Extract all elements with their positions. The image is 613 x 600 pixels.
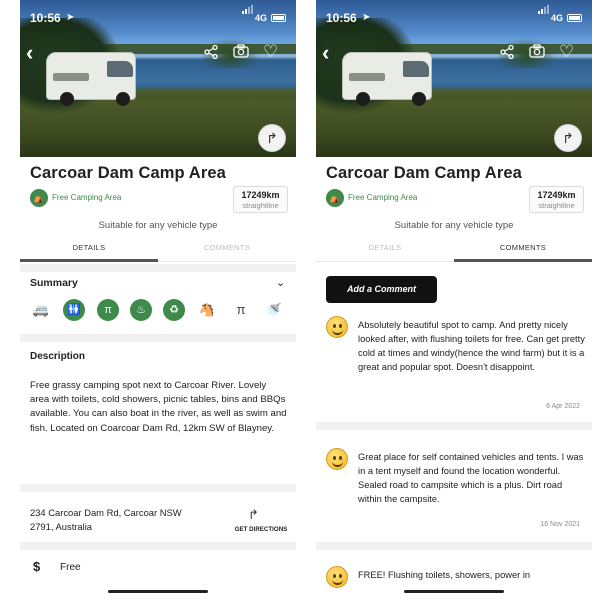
directions-fab-icon[interactable]: ↱ — [554, 124, 582, 152]
divider — [20, 542, 296, 550]
comments-screen: 10:56 ➤ 4G ‹ ♡ ↱ Carcoar Dam Camp Area ⛺… — [316, 0, 592, 600]
picnic-icon: π — [236, 302, 246, 317]
battery-icon — [271, 14, 286, 22]
battery-icon — [567, 14, 582, 22]
location-arrow-icon: ➤ — [66, 12, 75, 23]
comment-date: 6 Apr 2022 — [546, 403, 580, 410]
status-time: 10:56 — [30, 11, 61, 25]
shower-icon: 🚿 — [265, 302, 283, 317]
comment-text: Great place for self contained vehicles … — [358, 452, 584, 504]
location-arrow-icon: ➤ — [362, 12, 371, 23]
share-icon[interactable] — [500, 44, 514, 64]
free-camping-icon: ⛺ — [326, 189, 344, 207]
toilets-icon: 🚻 — [63, 299, 85, 321]
divider — [316, 422, 592, 430]
smiley-face-icon — [326, 448, 348, 470]
smiley-face-icon — [326, 316, 348, 338]
smiley-face-icon — [326, 566, 348, 588]
tab-details[interactable]: DETAILS — [316, 238, 454, 262]
share-icon[interactable] — [204, 44, 218, 64]
description-heading: Description — [30, 351, 86, 362]
pets-icon: 🐴 — [198, 302, 216, 317]
chevron-down-icon[interactable]: ⌄ — [276, 276, 285, 289]
divider — [20, 264, 296, 272]
favourite-heart-icon[interactable]: ♡ — [263, 43, 278, 61]
free-camping-icon: ⛺ — [30, 189, 48, 207]
tab-comments[interactable]: COMMENTS — [158, 238, 296, 262]
dollar-icon: $ — [33, 559, 41, 574]
distance-note: straightline — [538, 201, 575, 210]
description-text: Free grassy camping spot next to Carcoar… — [30, 380, 287, 434]
status-bar: 10:56 ➤ 4G — [316, 5, 592, 30]
back-icon[interactable]: ‹ — [322, 42, 329, 64]
tab-bar: DETAILS COMMENTS — [20, 238, 296, 262]
tab-details[interactable]: DETAILS — [20, 238, 158, 262]
campsite-type: Free Camping Area — [52, 193, 122, 202]
back-icon[interactable]: ‹ — [26, 42, 33, 64]
network-label: 4G — [551, 13, 564, 23]
add-comment-button[interactable]: Add a Comment — [326, 276, 437, 303]
summary-heading: Summary — [30, 277, 78, 289]
tab-comments[interactable]: COMMENTS — [454, 238, 592, 262]
divider — [316, 542, 592, 550]
address-line1: 234 Carcoar Dam Rd, Carcoar NSW — [30, 507, 182, 518]
bbq-icon: ♨ — [130, 299, 152, 321]
directions-fab-icon[interactable]: ↱ — [258, 124, 286, 152]
bin-icon: ♻ — [163, 299, 185, 321]
favourite-heart-icon[interactable]: ♡ — [559, 43, 574, 61]
status-bar: 10:56 ➤ 4G — [20, 5, 296, 30]
divider — [20, 334, 296, 342]
comment-text: FREE! Flushing toilets, showers, power i… — [358, 570, 531, 580]
network-label: 4G — [255, 13, 268, 23]
details-screen: 10:56 ➤ 4G ‹ ♡ ↱ Carcoar Dam Camp Area ⛺… — [20, 0, 296, 600]
comment-text: Absolutely beautiful spot to camp. And p… — [358, 320, 585, 372]
add-photo-icon[interactable] — [233, 44, 249, 63]
campsite-type: Free Camping Area — [348, 193, 418, 202]
motorhome-icon: 🚐 — [32, 302, 50, 317]
price-value: Free — [60, 562, 81, 573]
vehicle-suitability: Suitable for any vehicle type — [98, 220, 218, 231]
address-line2: 2791, Australia — [30, 521, 93, 532]
vehicle-suitability: Suitable for any vehicle type — [394, 220, 514, 231]
divider — [20, 484, 296, 492]
picnic-table-icon: π — [97, 299, 119, 321]
distance-value: 17249km — [537, 190, 576, 200]
distance-badge: 17249km straightline — [529, 186, 584, 213]
home-indicator[interactable] — [108, 590, 208, 593]
add-photo-icon[interactable] — [529, 44, 545, 63]
distance-value: 17249km — [241, 190, 280, 200]
distance-note: straightline — [242, 201, 279, 210]
address[interactable]: 234 Carcoar Dam Rd, Carcoar NSW 2791, Au… — [30, 506, 220, 534]
campsite-title: Carcoar Dam Camp Area — [326, 164, 522, 182]
directions-icon[interactable]: ↱ — [248, 507, 259, 523]
tab-bar: DETAILS COMMENTS — [316, 238, 592, 262]
campsite-title: Carcoar Dam Camp Area — [30, 164, 226, 182]
status-time: 10:56 — [326, 11, 357, 25]
home-indicator[interactable] — [404, 590, 504, 593]
get-directions-button[interactable]: GET DIRECTIONS — [228, 526, 294, 533]
comment-date: 16 Nov 2021 — [540, 521, 580, 528]
distance-badge: 17249km straightline — [233, 186, 288, 213]
